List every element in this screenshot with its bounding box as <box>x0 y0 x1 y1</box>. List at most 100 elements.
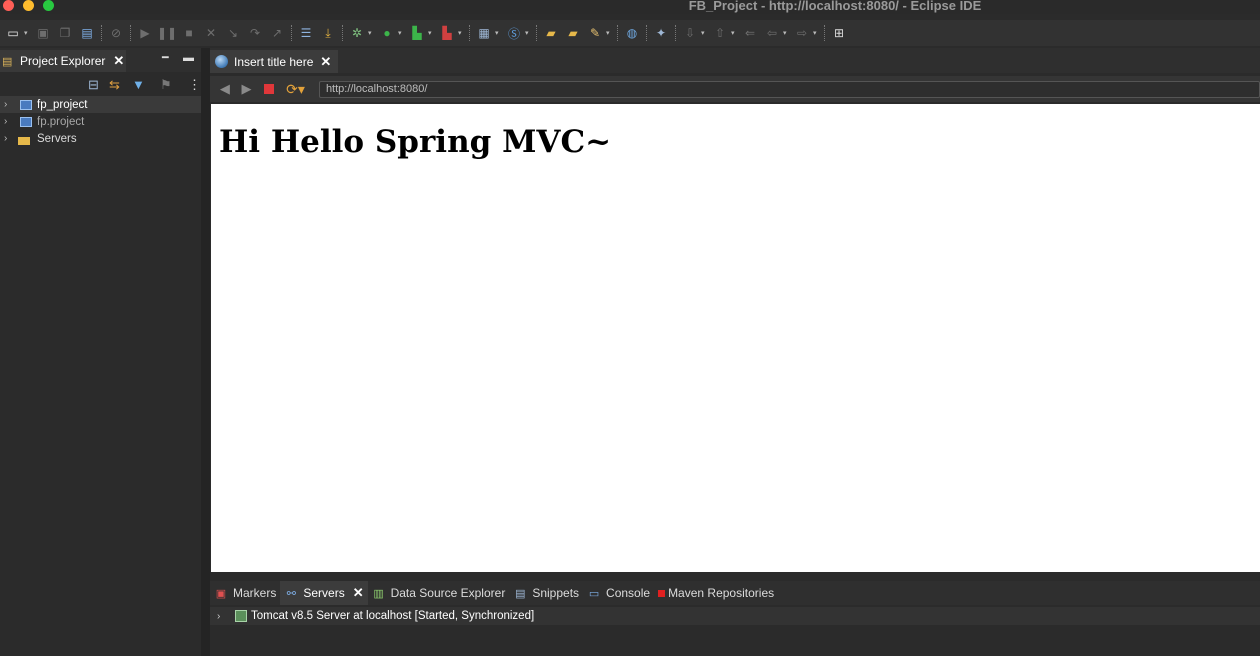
refresh-icon[interactable]: ⟳▾ <box>286 81 305 98</box>
new-server-dropdown-icon[interactable]: ▾ <box>495 24 501 42</box>
project-icon <box>18 98 34 112</box>
forward-icon[interactable]: ⇨ <box>793 24 811 42</box>
forward-arrow-icon[interactable]: ▶ <box>239 81 255 97</box>
tree-item-servers[interactable]: › Servers <box>0 130 201 147</box>
tree-item-fp-project[interactable]: › fp_project <box>0 96 201 113</box>
tab-label: Console <box>606 586 651 600</box>
minimize-icon[interactable]: ━ <box>162 51 169 64</box>
folder-icon <box>18 132 34 146</box>
open-type-dropdown-icon[interactable]: ▾ <box>525 24 531 42</box>
panel-sash[interactable] <box>201 48 210 656</box>
search-icon[interactable]: ✎ <box>586 24 604 42</box>
tab-console[interactable]: ▭ Console <box>583 581 654 605</box>
view-menu-icon[interactable]: ⋮ <box>188 77 201 93</box>
coverage-dropdown-icon[interactable]: ▾ <box>428 24 434 42</box>
bottom-panel: ▣ Markers ⚯ Servers ✕ ▥ Data Source Expl… <box>210 578 1260 656</box>
debug-icon[interactable]: ✲ <box>348 24 366 42</box>
drop-to-frame-icon[interactable]: ⤓ <box>319 24 337 42</box>
console-icon: ▭ <box>588 587 600 600</box>
back-dropdown-icon[interactable]: ▾ <box>783 24 789 42</box>
use-step-filters-icon[interactable]: ☰ <box>297 24 315 42</box>
maven-icon <box>658 589 666 597</box>
new-server-icon[interactable]: ▦ <box>475 24 493 42</box>
filter-icon[interactable]: ▼ <box>132 77 145 92</box>
step-over-icon[interactable]: ↷ <box>246 24 264 42</box>
tab-markers[interactable]: ▣ Markers <box>210 581 280 605</box>
terminate-icon[interactable]: ■ <box>180 24 198 42</box>
tab-insert-title-here[interactable]: Insert title here ✕ <box>210 50 338 73</box>
tab-label: Maven Repositories <box>668 586 775 600</box>
maximize-icon[interactable]: ▬ <box>183 52 194 64</box>
close-icon[interactable]: ✕ <box>113 53 124 69</box>
debug-dropdown-icon[interactable]: ▾ <box>368 24 374 42</box>
toolbar-separator <box>342 25 343 41</box>
close-icon[interactable]: ✕ <box>320 54 331 70</box>
tree-item-label: Servers <box>37 132 77 145</box>
tab-label: Markers <box>233 586 277 600</box>
server-entry-label: Tomcat v8.5 Server at localhost [Started… <box>251 610 535 622</box>
chevron-right-icon[interactable]: › <box>4 116 16 127</box>
open-perspective-icon[interactable]: ⊞ <box>830 24 848 42</box>
close-icon[interactable]: ✕ <box>353 585 364 601</box>
main-toolbar: ▭ ▾ ▣ ❐ ▤ ⊘ ▶ ❚❚ ■ ✕ ↘ ↷ ↗ ☰ ⤓ ✲ ▾ ● ▾ ▙ ▾ ▙… <box>0 20 1260 46</box>
toolbar-separator <box>291 25 292 41</box>
back-arrow-icon[interactable]: ◀ <box>217 81 233 97</box>
page-heading: Hi Hello Spring MVC~ <box>219 124 612 160</box>
stop-icon[interactable] <box>264 84 275 94</box>
tab-servers[interactable]: ⚯ Servers ✕ <box>280 581 368 605</box>
chevron-right-icon[interactable]: › <box>4 133 16 144</box>
step-into-icon[interactable]: ↘ <box>224 24 242 42</box>
focus-icon[interactable]: ⚑ <box>160 77 172 93</box>
tab-data-source-explorer[interactable]: ▥ Data Source Explorer <box>368 581 510 605</box>
tree-item-label: fp_project <box>37 98 88 111</box>
markers-icon: ▣ <box>215 587 227 600</box>
last-edit-dropdown-icon[interactable]: ▾ <box>731 24 737 42</box>
disconnect-icon[interactable]: ✕ <box>202 24 220 42</box>
back-icon[interactable]: ⇦ <box>763 24 781 42</box>
new-icon[interactable]: ▭ <box>4 24 22 42</box>
save-all-icon[interactable]: ❐ <box>56 24 74 42</box>
chevron-right-icon[interactable]: › <box>4 99 16 110</box>
server-icon <box>235 610 247 622</box>
skip-breakpoints-icon[interactable]: ⊘ <box>107 24 125 42</box>
open-console-icon[interactable]: ▤ <box>78 24 96 42</box>
external-tools-dropdown-icon[interactable]: ▾ <box>458 24 464 42</box>
last-edit-location-icon[interactable]: ⇧ <box>711 24 729 42</box>
snippets-icon: ▤ <box>515 587 526 600</box>
last-edit-location-back-icon[interactable]: ⇐ <box>741 24 759 42</box>
save-icon[interactable]: ▣ <box>34 24 52 42</box>
project-tree: › fp_project › fp.project › Servers <box>0 96 201 147</box>
previous-annotation-icon[interactable]: ⇩ <box>681 24 699 42</box>
browser-viewport: Hi Hello Spring MVC~ <box>211 104 1260 572</box>
chevron-right-icon[interactable]: › <box>217 611 229 622</box>
link-with-editor-icon[interactable]: ⇆ <box>109 77 120 93</box>
previous-annotation-dropdown-icon[interactable]: ▾ <box>701 24 707 42</box>
server-list-item[interactable]: › Tomcat v8.5 Server at localhost [Start… <box>210 607 1260 625</box>
toolbar-separator <box>469 25 470 41</box>
open-web-browser-icon[interactable]: ◍ <box>623 24 641 42</box>
open-resource-icon[interactable]: ▰ <box>564 24 582 42</box>
next-annotation-icon[interactable]: ✦ <box>652 24 670 42</box>
coverage-icon[interactable]: ▙ <box>408 24 426 42</box>
tab-maven-repositories[interactable]: Maven Repositories <box>654 581 778 605</box>
forward-dropdown-icon[interactable]: ▾ <box>813 24 819 42</box>
step-return-icon[interactable]: ↗ <box>268 24 286 42</box>
open-task-icon[interactable]: ▰ <box>542 24 560 42</box>
suspend-icon[interactable]: ❚❚ <box>157 24 177 42</box>
collapse-all-icon[interactable]: ⊟ <box>88 77 99 93</box>
tree-item-fp-dot-project[interactable]: › fp.project <box>0 113 201 130</box>
tab-snippets[interactable]: ▤ Snippets <box>509 581 583 605</box>
url-field[interactable]: http://localhost:8080/ <box>318 80 1260 98</box>
new-dropdown-icon[interactable]: ▾ <box>24 24 30 42</box>
tab-project-explorer[interactable]: ▤ Project Explorer ✕ <box>0 50 126 72</box>
resume-icon[interactable]: ▶ <box>136 24 154 42</box>
external-tools-icon[interactable]: ▙ <box>438 24 456 42</box>
search-dropdown-icon[interactable]: ▾ <box>606 24 612 42</box>
browser-nav-bar: ◀ ▶ ⟳▾ http://localhost:8080/ <box>210 76 1260 102</box>
toolbar-separator <box>101 25 102 41</box>
open-type-icon[interactable]: Ⓢ <box>505 24 523 42</box>
run-icon[interactable]: ● <box>378 24 396 42</box>
run-dropdown-icon[interactable]: ▾ <box>398 24 404 42</box>
tab-label: Project Explorer <box>20 54 106 68</box>
toolbar-separator <box>646 25 647 41</box>
